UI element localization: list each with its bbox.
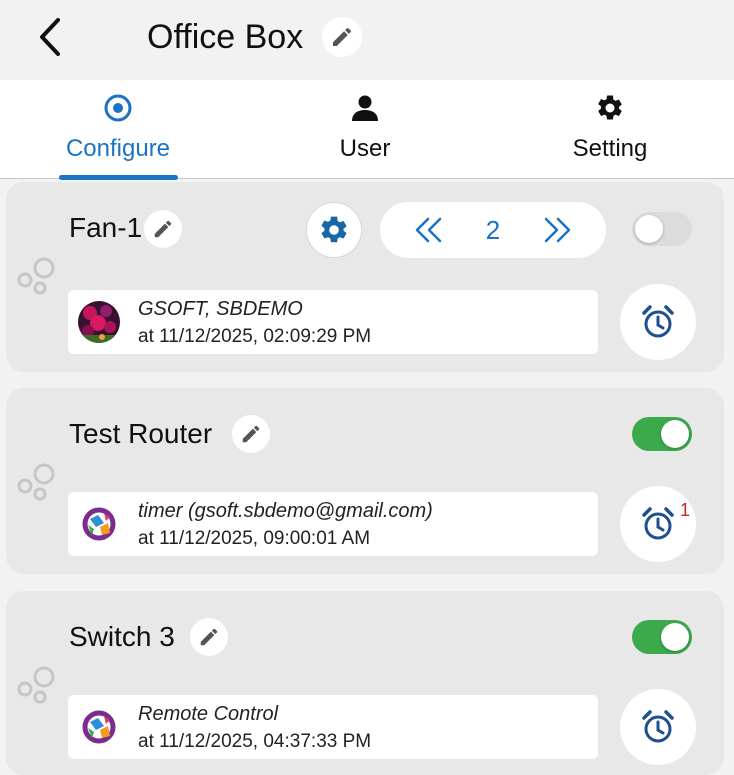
- last-activity-box: Remote Control at 11/12/2025, 04:37:33 P…: [68, 695, 598, 759]
- speed-stepper: 2: [380, 202, 606, 258]
- user-icon: [352, 95, 378, 121]
- last-activity-box: timer (gsoft.sbdemo@gmail.com) at 11/12/…: [68, 492, 598, 556]
- alarm-button[interactable]: [620, 284, 696, 360]
- tab-setting[interactable]: Setting: [530, 80, 690, 179]
- device-card-switch: Switch 3 Remote Control at 11/12/2025, 0…: [6, 591, 724, 775]
- pencil-icon: [198, 626, 220, 648]
- pencil-icon: [152, 218, 174, 240]
- app-logo-avatar: [78, 503, 120, 545]
- back-button[interactable]: [30, 14, 70, 60]
- device-name: Fan-1: [69, 212, 143, 243]
- activity-time: at 11/12/2025, 09:00:01 AM: [138, 528, 371, 549]
- tab-user[interactable]: User: [285, 80, 445, 179]
- tab-configure-label: Configure: [65, 135, 171, 162]
- header-bar: Office Box: [0, 0, 734, 80]
- device-power-toggle[interactable]: [632, 417, 692, 451]
- toggle-knob: [661, 420, 689, 448]
- app-logo: [78, 503, 120, 545]
- double-chevron-right-icon: [544, 217, 571, 243]
- target-icon: [104, 94, 132, 122]
- alarm-clock-icon: [638, 302, 678, 342]
- device-name: Test Router: [69, 418, 213, 449]
- device-card-router: Test Router timer (gsoft.sbdemo@gmail.co…: [6, 388, 724, 574]
- activity-actor: GSOFT, SBDEMO: [138, 298, 303, 320]
- device-card-fan: Fan-1 2 GSOFT, SBDEMO at 11/12/2025, 02:…: [6, 182, 724, 372]
- alarm-clock-icon: [638, 504, 678, 544]
- tab-configure[interactable]: Configure: [38, 80, 198, 179]
- pencil-icon: [240, 423, 262, 445]
- tab-bar: Configure User Setting: [0, 80, 734, 180]
- last-activity-box: GSOFT, SBDEMO at 11/12/2025, 02:09:29 PM: [68, 290, 598, 354]
- page-title: Office Box: [147, 18, 304, 56]
- edit-device-name-button[interactable]: [144, 210, 182, 248]
- alarm-button[interactable]: [620, 486, 696, 562]
- pencil-icon: [330, 25, 354, 49]
- alarm-clock-icon: [638, 707, 678, 747]
- user-avatar: [78, 301, 120, 343]
- bubbles-icon: [14, 663, 60, 709]
- tab-setting-label: Setting: [572, 135, 648, 162]
- gear-icon: [321, 216, 347, 243]
- bubbles-icon: [14, 460, 60, 506]
- alarm-count-badge: 1: [680, 500, 691, 520]
- device-settings-button[interactable]: [306, 202, 362, 258]
- speed-decrease-button[interactable]: [414, 217, 444, 243]
- activity-actor: Remote Control: [138, 703, 279, 725]
- toggle-knob: [635, 215, 663, 243]
- device-name: Switch 3: [69, 621, 175, 652]
- tab-user-label: User: [339, 135, 391, 162]
- app-logo: [78, 706, 120, 748]
- gear-icon: [598, 95, 622, 120]
- edit-device-name-button[interactable]: [190, 618, 228, 656]
- activity-actor: timer (gsoft.sbdemo@gmail.com): [138, 500, 433, 522]
- toggle-knob: [661, 623, 689, 651]
- speed-value: 2: [485, 214, 501, 245]
- activity-time: at 11/12/2025, 04:37:33 PM: [138, 731, 372, 752]
- flower-photo: [78, 301, 120, 343]
- chevron-left-icon: [40, 18, 60, 56]
- edit-device-name-button[interactable]: [232, 415, 270, 453]
- app-logo-avatar: [78, 706, 120, 748]
- device-power-toggle[interactable]: [632, 620, 692, 654]
- bubbles-icon: [14, 254, 60, 300]
- double-chevron-left-icon: [415, 217, 442, 243]
- device-power-toggle[interactable]: [632, 212, 692, 246]
- alarm-button[interactable]: [620, 689, 696, 765]
- active-tab-indicator: [59, 175, 178, 180]
- speed-increase-button[interactable]: [542, 217, 572, 243]
- activity-time: at 11/12/2025, 02:09:29 PM: [138, 326, 372, 347]
- edit-title-button[interactable]: [322, 17, 362, 57]
